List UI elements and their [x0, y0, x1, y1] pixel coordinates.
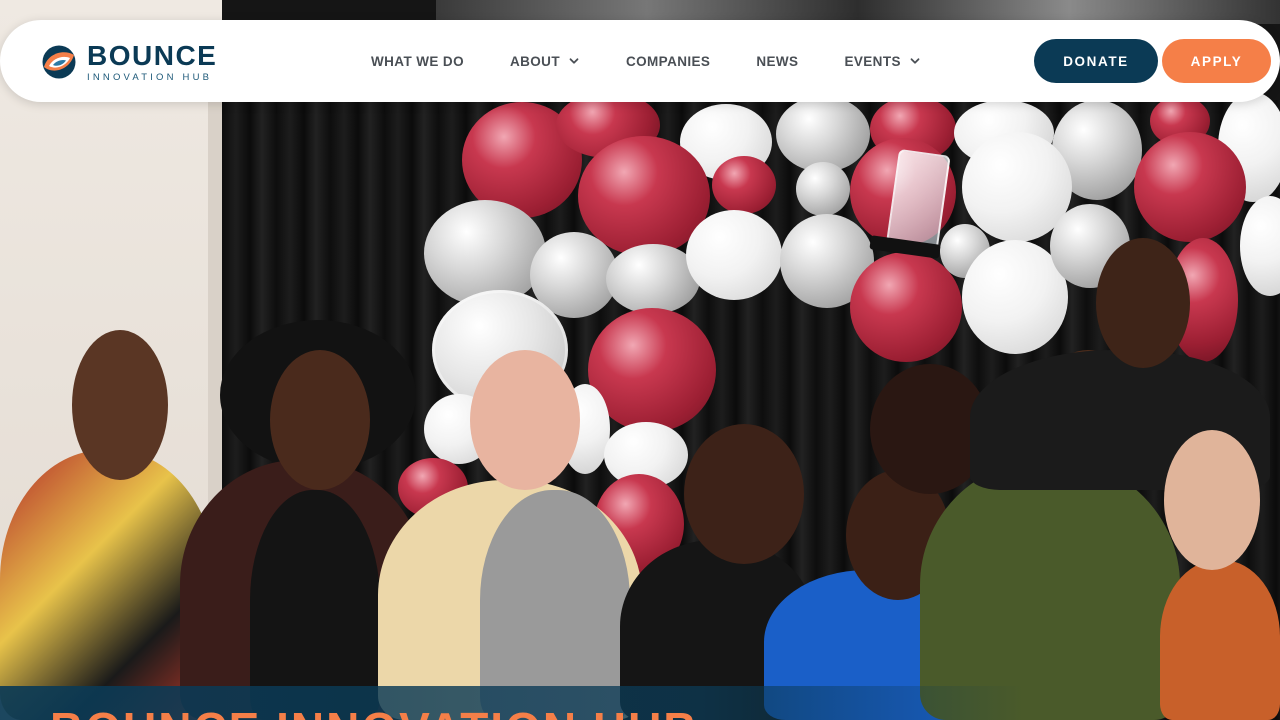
nav-item-events[interactable]: EVENTS	[844, 54, 920, 69]
nav-item-label: COMPANIES	[625, 53, 711, 69]
person-head	[470, 350, 580, 490]
balloon	[686, 210, 782, 300]
donate-button[interactable]: DONATE	[1034, 39, 1158, 83]
site-header: BOUNCE INNOVATION HUB WHAT WE DO ABOUT C…	[0, 20, 1280, 102]
balloon	[1134, 132, 1246, 242]
person	[920, 460, 1180, 720]
balloon	[776, 96, 870, 172]
person-head	[270, 350, 370, 490]
nav-item-label: NEWS	[756, 53, 799, 69]
balloon	[424, 200, 546, 306]
nav-item-companies[interactable]: COMPANIES	[626, 54, 710, 69]
chevron-down-icon	[910, 58, 920, 64]
chevron-down-icon	[569, 58, 579, 64]
person-head	[1096, 238, 1190, 368]
nav-item-news[interactable]: NEWS	[756, 54, 798, 69]
nav-item-label: WHAT WE DO	[371, 53, 464, 69]
hero-photo	[0, 0, 1280, 720]
logo-name: BOUNCE	[87, 40, 218, 71]
nav-item-label: ABOUT	[509, 53, 560, 69]
apply-button[interactable]: APPLY	[1162, 39, 1271, 83]
person-head	[1164, 430, 1260, 570]
main-nav: WHAT WE DO ABOUT COMPANIES NEWS EVENTS	[371, 20, 921, 102]
balloon	[796, 162, 850, 216]
site-logo[interactable]: BOUNCE INNOVATION HUB	[40, 42, 217, 83]
logo-tagline: INNOVATION HUB	[87, 72, 213, 83]
logo-wordmark: BOUNCE INNOVATION HUB	[87, 42, 217, 83]
balloon	[850, 252, 962, 362]
nav-item-about[interactable]: ABOUT	[510, 54, 580, 69]
person-head	[72, 330, 168, 480]
person-head	[684, 424, 804, 564]
nav-item-label: EVENTS	[844, 53, 901, 69]
bounce-logo-icon	[40, 45, 78, 79]
balloon	[712, 156, 776, 214]
nav-item-what-we-do[interactable]: WHAT WE DO	[371, 54, 464, 69]
hero-headline: BOUNCE INNOVATION HUB	[50, 706, 699, 720]
